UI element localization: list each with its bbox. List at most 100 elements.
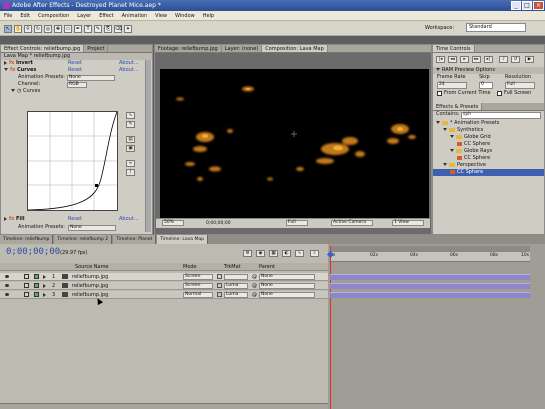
full-screen-checkbox[interactable] xyxy=(497,91,502,96)
text-tool-icon[interactable]: T xyxy=(84,25,92,33)
layer-trkmat-select[interactable]: Luma xyxy=(224,292,248,298)
label-color-swatch[interactable] xyxy=(34,274,39,279)
current-time-display[interactable]: 0;00;00;00 xyxy=(206,220,241,227)
menu-composition[interactable]: Composition xyxy=(34,11,73,21)
layer-row[interactable]: 1 reliefbump.jpg Screen @ None xyxy=(0,273,328,281)
comp-flowchart-icon[interactable]: ⚙ xyxy=(243,250,252,257)
layer-parent-select[interactable]: None xyxy=(259,283,315,289)
layer-parent-select[interactable]: None xyxy=(259,274,315,280)
visibility-eye-icon[interactable] xyxy=(5,293,9,296)
expand-triangle-icon[interactable] xyxy=(443,128,447,131)
layer-duration-bar[interactable] xyxy=(330,283,530,289)
draft-3d-icon[interactable]: ▦ xyxy=(269,250,278,257)
tab-timeline-planet[interactable]: Timeline: Planet xyxy=(113,235,157,244)
pen-tool-icon[interactable]: ✒ xyxy=(74,25,82,33)
audio-icon[interactable]: ♪ xyxy=(499,56,508,63)
layer-duration-bar[interactable] xyxy=(330,274,530,280)
tab-timeline-lava-map[interactable]: Timeline: Lava Map xyxy=(157,235,208,244)
timeline-graph-area[interactable] xyxy=(328,244,545,409)
play-icon[interactable]: ▸ xyxy=(460,56,469,63)
trkmat-header[interactable]: TrkMat xyxy=(224,263,241,271)
menu-view[interactable]: View xyxy=(151,11,171,21)
minimize-button[interactable]: _ xyxy=(511,1,521,10)
curve-save-button[interactable]: ▣ xyxy=(126,145,135,152)
stopwatch-icon[interactable]: ◷ xyxy=(17,88,21,94)
effect-controls-scrollbar[interactable] xyxy=(145,60,151,232)
layer-expand-icon[interactable] xyxy=(43,284,46,288)
effects-tree-item[interactable]: Globe Grid xyxy=(433,134,544,141)
next-frame-icon[interactable]: ▸▸ xyxy=(472,56,481,63)
brainstorm-icon[interactable]: ⌕ xyxy=(310,250,319,257)
curve-linear-button[interactable]: / xyxy=(126,169,135,176)
first-frame-icon[interactable]: |◂ xyxy=(436,56,445,63)
menu-window[interactable]: Window xyxy=(171,11,199,21)
label-color-swatch[interactable] xyxy=(34,292,39,297)
source-name-header[interactable]: Source Name xyxy=(75,263,109,271)
expand-triangle-icon[interactable] xyxy=(450,135,454,138)
maximize-button[interactable]: □ xyxy=(522,1,532,10)
visibility-eye-icon[interactable] xyxy=(5,275,9,278)
expand-triangle-icon[interactable] xyxy=(443,163,447,166)
orbit-camera-tool-icon[interactable]: ◎ xyxy=(44,25,52,33)
lock-toggle[interactable] xyxy=(24,274,29,279)
curve-bezier-button[interactable]: ∿ xyxy=(126,112,135,119)
tab-project[interactable]: Project xyxy=(84,45,109,52)
last-frame-icon[interactable]: ▸| xyxy=(484,56,493,63)
pick-whip-icon[interactable]: @ xyxy=(252,273,257,281)
layer-mode-select[interactable]: Normal xyxy=(183,292,213,298)
expand-triangle-icon[interactable] xyxy=(450,149,454,152)
effects-tree-item[interactable]: CC Sphere xyxy=(433,155,544,162)
effects-tree-item[interactable]: Globe Rays xyxy=(433,148,544,155)
curves-about-link[interactable]: About... xyxy=(119,67,139,74)
lock-toggle[interactable] xyxy=(24,283,29,288)
preserve-transparency-checkbox[interactable] xyxy=(217,292,222,297)
eraser-tool-icon[interactable]: ⌫ xyxy=(114,25,122,33)
effects-tree-item[interactable]: Synthetics xyxy=(433,127,544,134)
clone-tool-icon[interactable]: ⎘ xyxy=(104,25,112,33)
composition-viewer[interactable] xyxy=(160,69,429,218)
curve-smooth-button[interactable]: ≈ xyxy=(126,160,135,167)
lock-toggle[interactable] xyxy=(24,292,29,297)
curve-open-button[interactable]: ▤ xyxy=(126,136,135,143)
rotate-tool-icon[interactable]: ↻ xyxy=(34,25,42,33)
tab-effect-controls[interactable]: Effect Controls: reliefbump.jpg xyxy=(1,45,85,52)
fill-presets-select[interactable]: None xyxy=(68,225,116,231)
time-ruler[interactable]: 0s02s04s06s08s10s xyxy=(330,252,530,262)
label-color-swatch[interactable] xyxy=(34,283,39,288)
menu-help[interactable]: Help xyxy=(199,11,218,21)
pick-whip-icon[interactable]: @ xyxy=(252,282,257,290)
ram-preview-options[interactable]: RAM Preview Options xyxy=(433,67,544,74)
layer-mode-select[interactable]: Screen xyxy=(183,283,213,289)
layer-row[interactable]: 2 reliefbump.jpg Screen Luma @ None xyxy=(0,282,328,290)
layer-name[interactable]: reliefbump.jpg xyxy=(72,282,108,290)
pick-whip-icon[interactable]: @ xyxy=(252,291,257,299)
fill-about-link[interactable]: About... xyxy=(119,216,139,223)
curve-point[interactable] xyxy=(95,184,98,187)
menu-effect[interactable]: Effect xyxy=(95,11,117,21)
layer-duration-bar[interactable] xyxy=(330,292,530,298)
invert-reset-link[interactable]: Reset xyxy=(68,60,82,67)
resolution-select[interactable]: Full xyxy=(286,220,308,226)
tab-layer[interactable]: Layer: (none) xyxy=(222,45,263,52)
workspace-select[interactable]: Standard xyxy=(466,23,526,32)
tab-timeline-reliefbump[interactable]: Timeline: reliefbump xyxy=(0,235,54,244)
brush-tool-icon[interactable]: ✎ xyxy=(94,25,102,33)
layer-parent-select[interactable]: None xyxy=(259,292,315,298)
resolution-select[interactable]: Full xyxy=(505,82,535,89)
mask-tool-icon[interactable]: ▭ xyxy=(64,25,72,33)
graph-editor-icon[interactable]: ∿ xyxy=(295,250,304,257)
tab-time-controls[interactable]: Time Controls xyxy=(433,45,475,52)
puppet-tool-icon[interactable]: ✦ xyxy=(124,25,132,33)
fill-reset-link[interactable]: Reset xyxy=(68,216,82,223)
layer-expand-icon[interactable] xyxy=(43,293,46,297)
tab-footage[interactable]: Footage: reliefbump.jpg xyxy=(155,45,222,52)
zoom-tool-icon[interactable]: ⚲ xyxy=(24,25,32,33)
camera-select[interactable]: Active Camera xyxy=(331,220,373,226)
effect-row-fill[interactable]: fx Fill Reset About... xyxy=(4,216,152,223)
tab-timeline-reliefbump-2[interactable]: Timeline: reliefbump 2 xyxy=(54,235,113,244)
layer-trkmat-select[interactable] xyxy=(224,274,248,280)
loop-icon[interactable]: ↺ xyxy=(511,56,520,63)
effects-tree-item[interactable]: CC Sphere xyxy=(433,169,544,176)
solo-icon[interactable]: ◉ xyxy=(256,250,265,257)
view-layout-select[interactable]: 1 View xyxy=(392,220,424,226)
